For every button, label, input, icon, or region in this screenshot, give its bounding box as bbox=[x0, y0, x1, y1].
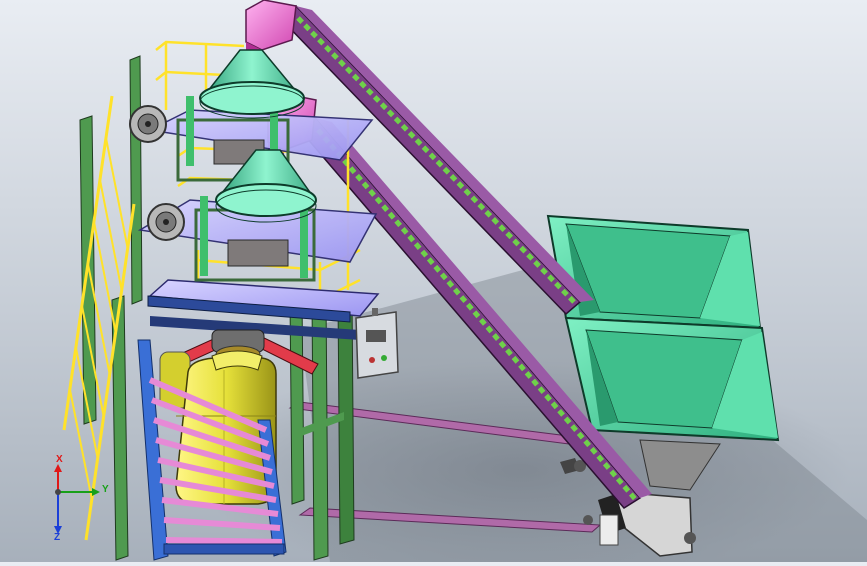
coordinate-triad: X Y Z bbox=[42, 454, 118, 552]
hoist-pulley-upper bbox=[129, 105, 167, 143]
feed-hopper-upper bbox=[546, 214, 762, 330]
y-axis-label: Y bbox=[102, 484, 109, 495]
x-axis-label: X bbox=[56, 454, 63, 465]
feeding-cone-upper bbox=[199, 49, 305, 119]
z-axis-label: Z bbox=[54, 532, 61, 543]
hoist-pulley-lower bbox=[147, 203, 185, 241]
3d-model-viewport[interactable] bbox=[0, 0, 867, 566]
control-cabinet bbox=[355, 308, 399, 379]
